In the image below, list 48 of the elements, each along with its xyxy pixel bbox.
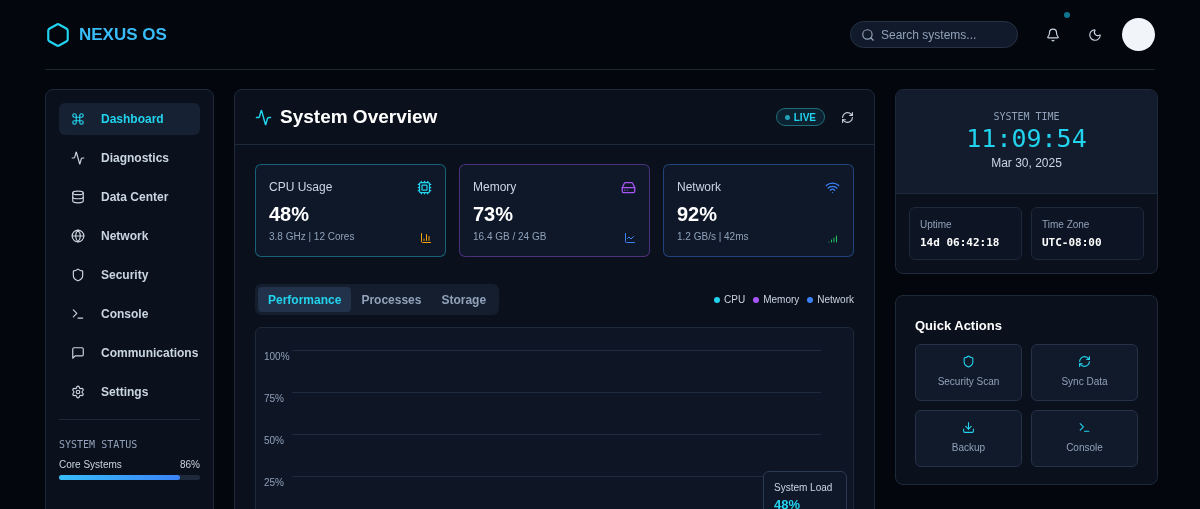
legend-label: Network	[817, 293, 854, 307]
metric-label: Memory	[473, 179, 517, 196]
clock-time: 11:09:54	[966, 124, 1087, 154]
panel-title: System Overview	[280, 104, 438, 129]
live-badge: LIVE	[775, 108, 825, 126]
axis-label: 50%	[264, 433, 285, 448]
stat-value: 14d 06:42:18	[920, 235, 1001, 251]
stat-label: Uptime	[920, 218, 953, 232]
metric-detail: 3.8 GHz | 12 Cores	[269, 230, 355, 244]
quick-action-button[interactable]: Backup	[915, 409, 1022, 467]
sidebar-item[interactable]: Data Center	[59, 181, 200, 213]
metric-detail: 1.2 GB/s | 42ms	[677, 230, 749, 244]
metric-value: 48%	[269, 202, 311, 227]
sidebar-item[interactable]: Console	[59, 298, 200, 330]
clock-title: SYSTEM TIME	[993, 110, 1060, 124]
stat-label: Time Zone	[1042, 218, 1091, 232]
metric-label: CPU Usage	[269, 179, 333, 196]
status-title: SYSTEM STATUS	[59, 438, 139, 452]
metric-value: 92%	[677, 202, 719, 227]
search-field[interactable]: Search systems...	[850, 21, 1018, 48]
card-title: Quick Actions	[915, 317, 1003, 335]
stat-value: UTC-08:00	[1042, 235, 1103, 251]
quick-action-button[interactable]: Sync Data	[1031, 343, 1138, 401]
metric-value: 73%	[473, 202, 515, 227]
tooltip-value: 48%	[774, 496, 802, 509]
quick-action-button[interactable]: Security Scan	[915, 343, 1022, 401]
tab[interactable]: Performance	[258, 287, 352, 312]
sidebar-item[interactable]: Diagnostics	[59, 142, 200, 174]
sidebar-item[interactable]: Communications	[59, 337, 200, 369]
axis-label: 100%	[264, 349, 291, 364]
metric-detail: 16.4 GB / 24 GB	[473, 230, 547, 244]
sidebar-item[interactable]: Security	[59, 259, 200, 291]
clock-date: Mar 30, 2025	[991, 155, 1062, 172]
legend-label: CPU	[724, 293, 746, 307]
tab[interactable]: Storage	[431, 287, 497, 312]
tab[interactable]: Processes	[351, 287, 432, 312]
axis-label: 75%	[264, 391, 285, 406]
sidebar-item[interactable]: Dashboard	[59, 103, 200, 135]
sidebar-item[interactable]: Settings	[59, 376, 200, 408]
quick-action-button[interactable]: Console	[1031, 409, 1138, 467]
sidebar-item[interactable]: Network	[59, 220, 200, 252]
axis-label: 25%	[264, 475, 285, 490]
metric-label: Network	[677, 179, 721, 196]
legend-label: Memory	[763, 293, 800, 307]
meter-label: Core Systems	[59, 458, 122, 472]
tooltip-label: System Load	[774, 481, 834, 495]
brand-name: NEXUS OS	[79, 23, 167, 46]
meter-reading: 86%	[180, 458, 200, 472]
